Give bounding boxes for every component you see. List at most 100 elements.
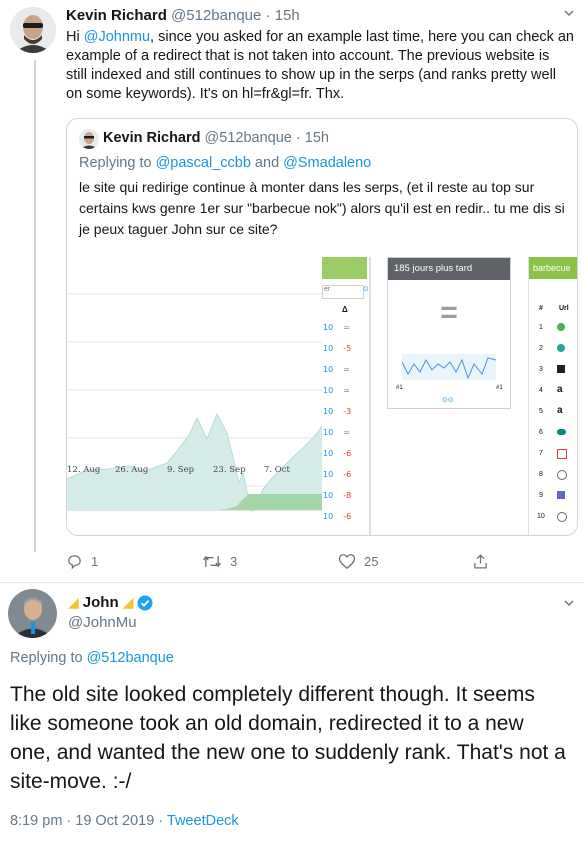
quote-handle: @512banque [204, 130, 292, 146]
row-delta: -3 [343, 407, 352, 416]
right-col-num: # [539, 305, 543, 312]
avatar-kevin-small [79, 129, 99, 149]
share-icon [474, 554, 487, 569]
like-action[interactable]: 25 [338, 553, 378, 570]
ranking-chart [67, 293, 323, 512]
tweet1-mention[interactable]: @Johnmu [84, 29, 150, 45]
quote-header: Kevin Richard @512banque · 15h [103, 130, 329, 146]
tweet1-header: Kevin Richard @512banque · 15h [66, 7, 300, 24]
filter-input[interactable]: er [322, 285, 364, 299]
favicon-icon [557, 491, 565, 499]
row-delta: = [343, 386, 350, 395]
quote-text: le site qui redirige continue à monter d… [79, 179, 565, 237]
x-tick-4: 7. Oct [264, 465, 290, 475]
filter-input-text: er [324, 286, 331, 293]
quote-replying-user2[interactable]: @Smadaleno [283, 155, 371, 171]
row-pos: 10 [323, 344, 334, 353]
avatar-john[interactable] [8, 589, 57, 638]
quote-replying-to: Replying to @pascal_ccbb and @Smadaleno [79, 155, 371, 171]
tweet2-text: The old site looked completely different… [10, 683, 566, 793]
avatar-kevin-image [10, 7, 56, 53]
tweet2-replying-user[interactable]: @512banque [87, 650, 174, 666]
quote-image[interactable]: 12. Aug 26. Aug 9. Sep 23. Sep 7. Oct er… [67, 257, 577, 535]
table-row: 10 -6 [323, 470, 351, 479]
like-count: 25 [364, 554, 379, 569]
retweet-action[interactable]: 3 [202, 553, 237, 570]
banana-icon: ◢ [122, 594, 134, 610]
tweet2-source-link[interactable]: TweetDeck [167, 813, 239, 829]
x-tick-0: 12. Aug [67, 465, 101, 475]
verified-icon [137, 595, 153, 610]
table-separator [369, 257, 371, 535]
quote-author-name: Kevin Richard [103, 130, 201, 146]
quoted-tweet[interactable]: Kevin Richard @512banque · 15h Replying … [66, 118, 578, 536]
row-delta: -5 [343, 344, 352, 353]
card-equals: = [440, 296, 458, 329]
card-dots-icon: ⊙⊙ [442, 397, 454, 404]
favicon-icon [557, 470, 567, 480]
tweet1-text-start: Hi [66, 29, 84, 45]
right-row: 9 [539, 492, 543, 499]
tweet1-time[interactable]: 15h [275, 7, 300, 24]
tweet1-handle[interactable]: @512banque [171, 7, 261, 24]
right-row: 10 [537, 513, 545, 520]
table-row: 10 -6 [323, 449, 351, 458]
table-row: 10 = [323, 386, 350, 395]
tweet1-text: Hi @Johnmu, since you asked for an examp… [66, 28, 574, 104]
amazon-icon: a [557, 384, 563, 395]
position-table-header [322, 257, 367, 279]
table-row: 10 = [323, 428, 350, 437]
row-pos: 10 [323, 323, 334, 332]
banana-icon: ◢ [68, 594, 79, 610]
row-pos: 10 [323, 365, 334, 374]
tweet2-handle[interactable]: @JohnMu [68, 614, 137, 631]
quote-time: 15h [304, 130, 329, 146]
row-delta: -6 [343, 512, 352, 521]
tweet2-timestamp[interactable]: 8:19 pm · 19 Oct 2019 · [10, 813, 167, 829]
row-delta: = [343, 428, 350, 437]
favicon-icon [557, 449, 567, 459]
card-right-rank: #1 [496, 385, 503, 391]
row-delta: = [343, 365, 350, 374]
right-table-title: barbecue [529, 257, 577, 279]
retweet-icon [202, 555, 222, 568]
tweet2-author-name[interactable]: John [83, 594, 119, 611]
right-row: 7 [539, 450, 543, 457]
table-row: 10 -8 [323, 491, 351, 500]
table-row: 10 = [323, 365, 350, 374]
delta-header: Δ [342, 305, 348, 314]
x-tick-2: 9. Sep [167, 465, 195, 475]
quote-replying-user1[interactable]: @pascal_ccbb [156, 155, 251, 171]
x-tick-3: 23. Sep [213, 465, 246, 475]
quote-replying-prefix: Replying to [79, 155, 156, 171]
tweet2-replying-prefix: Replying to [10, 650, 87, 666]
card-title: 185 jours plus tard [388, 258, 510, 280]
tweet1-author-name[interactable]: Kevin Richard [66, 7, 167, 24]
comparison-card: 185 jours plus tard = #1 #1 ⊙⊙ [387, 257, 511, 409]
x-tick-1: 26. Aug [115, 465, 149, 475]
tweet1-more-icon[interactable] [562, 6, 576, 20]
separator [0, 582, 584, 583]
favicon-icon [557, 512, 567, 522]
right-row: 1 [539, 324, 543, 331]
amazon-icon: a [557, 405, 563, 416]
table-row: 10 -5 [323, 344, 351, 353]
quote-replying-and: and [250, 155, 284, 171]
tweet2-more-icon[interactable] [562, 596, 576, 610]
row-delta: -8 [343, 491, 352, 500]
filter-icon[interactable]: ⊙ [363, 285, 369, 293]
favicon-icon [557, 344, 565, 352]
right-row: 4 [539, 387, 543, 394]
reply-action[interactable]: 1 [66, 553, 98, 570]
tweet2-replying-to: Replying to @512banque [10, 650, 174, 666]
chart-x-axis: 12. Aug 26. Aug 9. Sep 23. Sep 7. Oct [67, 465, 323, 479]
avatar-kevin[interactable] [10, 7, 56, 53]
right-row: 5 [539, 408, 543, 415]
right-row: 3 [539, 366, 543, 373]
share-action[interactable] [472, 553, 489, 570]
favicon-icon [557, 365, 565, 373]
row-pos: 10 [323, 491, 334, 500]
thread-line [34, 60, 36, 552]
row-delta: = [343, 323, 350, 332]
card-left-rank: #1 [396, 385, 403, 391]
